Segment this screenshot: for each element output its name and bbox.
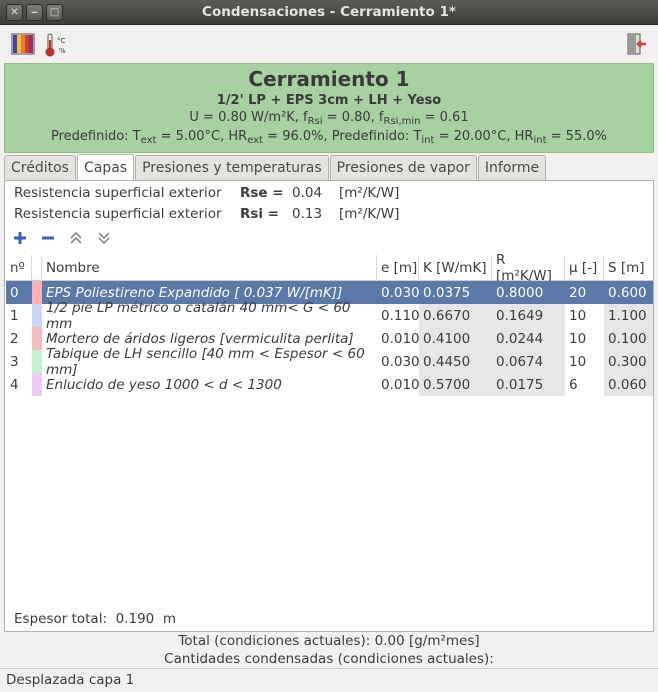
header-r[interactable]: R [m²K/W]: [492, 252, 565, 284]
rsi-row: Resistencia superficial exterior Rsi = 0…: [14, 206, 399, 226]
table-row[interactable]: 3 Tabique de LH sencillo [40 mm < Espeso…: [6, 345, 653, 378]
header-name[interactable]: Nombre: [42, 255, 377, 281]
rsi-symbol: Rsi =: [240, 206, 280, 222]
table-header: nº Nombre e [m] K [W/mK] R [m²K/W] μ [-]…: [6, 252, 653, 284]
layer-color-swatch: [32, 373, 42, 396]
total-thickness-label: Espesor total:: [14, 611, 107, 627]
layer-resistance: 0.0244: [492, 327, 565, 350]
layer-conductivity: 0.5700: [419, 373, 492, 396]
row-number: 0: [10, 284, 19, 301]
remove-icon[interactable]: [41, 231, 55, 245]
header-no[interactable]: nº: [6, 255, 32, 281]
thermometer-icon[interactable]: °C %: [45, 32, 71, 58]
enclosure-composition: 1/2' LP + EPS 3cm + LH + Yeso: [216, 93, 442, 108]
table-row[interactable]: 1 1/2 pie LP métrico o catalán 40 mm< G …: [6, 299, 653, 332]
move-up-icon[interactable]: [69, 231, 83, 245]
layer-name: Enlucido de yeso 1000 < d < 1300: [46, 376, 282, 393]
layer-mu: 20: [565, 281, 604, 304]
layer-color-swatch: [32, 327, 42, 350]
layer-thickness: 0.010: [381, 330, 420, 347]
enclosure-title: Cerramiento 1: [248, 67, 410, 91]
rse-row: Resistencia superficial exterior Rse = 0…: [14, 185, 399, 205]
layer-color-swatch: [32, 281, 42, 304]
total-thickness-unit: m: [162, 611, 176, 627]
layer-thickness: 0.110: [381, 307, 420, 324]
layer-resistance: 0.0674: [492, 350, 565, 373]
tab-presiones-temperaturas[interactable]: Presiones y temperaturas: [135, 155, 329, 180]
condensed-quantities: Cantidades condensadas (condiciones actu…: [164, 651, 494, 667]
layer-resistance: 0.8000: [492, 281, 565, 304]
layer-conductivity: 0.0375: [419, 281, 492, 304]
rse-value[interactable]: 0.04: [292, 185, 339, 205]
header-s[interactable]: S [m]: [604, 255, 653, 281]
title-bar: ✕ ‒ □ Condensaciones - Cerramiento 1*: [0, 0, 658, 25]
header-e[interactable]: e [m]: [377, 255, 419, 281]
rsi-label: Resistencia superficial exterior: [14, 206, 222, 222]
move-down-icon[interactable]: [97, 231, 111, 245]
header-k[interactable]: K [W/mK]: [419, 255, 492, 281]
rse-label: Resistencia superficial exterior: [14, 185, 222, 201]
status-bar: Desplazada capa 1: [0, 668, 658, 692]
layer-s: 0.600: [604, 281, 653, 304]
rsi-value[interactable]: 0.13: [292, 206, 339, 226]
layer-name: Tabique de LH sencillo [40 mm < Espesor …: [46, 345, 365, 378]
window-title: Condensaciones - Cerramiento 1*: [202, 4, 456, 20]
tab-informe[interactable]: Informe: [477, 155, 547, 180]
layer-color-swatch: [32, 350, 42, 373]
layer-resistance: 0.1649: [492, 304, 565, 327]
u-value-line: U = 0.80 W/m²K, fRsi = 0.80, fRsi,min = …: [189, 110, 469, 127]
layer-mu: 10: [569, 353, 587, 370]
total-condensation: Total (condiciones actuales): 0.00 [g/m²…: [178, 633, 480, 649]
layer-thickness: 0.030: [381, 353, 420, 370]
layer-thickness: 0.010: [381, 376, 420, 393]
colors-icon[interactable]: [11, 32, 37, 58]
tab-bar: Créditos Capas Presiones y temperaturas …: [4, 154, 547, 181]
layer-s: 0.300: [604, 350, 653, 373]
layer-color-swatch: [32, 304, 42, 327]
layers-panel: Resistencia superficial exterior Rse = 0…: [4, 180, 654, 632]
row-number: 3: [10, 353, 19, 370]
layer-mu: 10: [569, 330, 587, 347]
total-thickness-value: 0.190: [115, 611, 155, 627]
row-number: 2: [10, 330, 19, 347]
layer-mu: 10: [569, 307, 587, 324]
layer-conductivity: 0.4100: [419, 327, 492, 350]
thermo-percent-label: %: [59, 47, 66, 55]
layer-s: 1.100: [604, 304, 653, 327]
layer-resistance: 0.0175: [492, 373, 565, 396]
tab-creditos[interactable]: Créditos: [4, 155, 76, 180]
rsi-unit: [m²/K/W]: [339, 206, 400, 222]
tab-capas[interactable]: Capas: [76, 154, 135, 181]
row-number: 4: [10, 376, 19, 393]
layer-name: 1/2 pie LP métrico o catalán 40 mm< G < …: [46, 299, 351, 332]
layer-s: 0.060: [604, 373, 653, 396]
rse-symbol: Rse =: [240, 185, 284, 201]
layer-conductivity: 0.4450: [419, 350, 492, 373]
layer-thickness: 0.030: [377, 281, 420, 304]
header-color: [32, 255, 42, 281]
layer-mu: 6: [569, 376, 578, 393]
exit-icon[interactable]: [624, 32, 650, 58]
thermo-celsius-label: °C: [57, 37, 66, 45]
layers-table: nº Nombre e [m] K [W/mK] R [m²K/W] μ [-]…: [6, 252, 653, 396]
conditions-line: Predefinido: Text = 5.00°C, HRext = 96.0…: [51, 129, 607, 146]
add-icon[interactable]: [13, 231, 27, 245]
enclosure-summary-banner: Cerramiento 1 1/2' LP + EPS 3cm + LH + Y…: [4, 63, 654, 153]
status-text: Desplazada capa 1: [6, 672, 135, 688]
toolbar: °C %: [0, 25, 658, 62]
table-row[interactable]: 4 Enlucido de yeso 1000 < d < 1300 0.010…: [6, 373, 653, 396]
layer-s: 0.100: [604, 327, 653, 350]
layer-toolbar: [13, 231, 111, 245]
total-thickness: Espesor total: 0.190 m: [14, 611, 176, 627]
rse-unit: [m²/K/W]: [339, 185, 400, 201]
tab-presiones-vapor[interactable]: Presiones de vapor: [329, 155, 477, 180]
layer-conductivity: 0.6670: [419, 304, 492, 327]
row-number: 1: [10, 307, 19, 324]
header-mu[interactable]: μ [-]: [565, 255, 604, 281]
